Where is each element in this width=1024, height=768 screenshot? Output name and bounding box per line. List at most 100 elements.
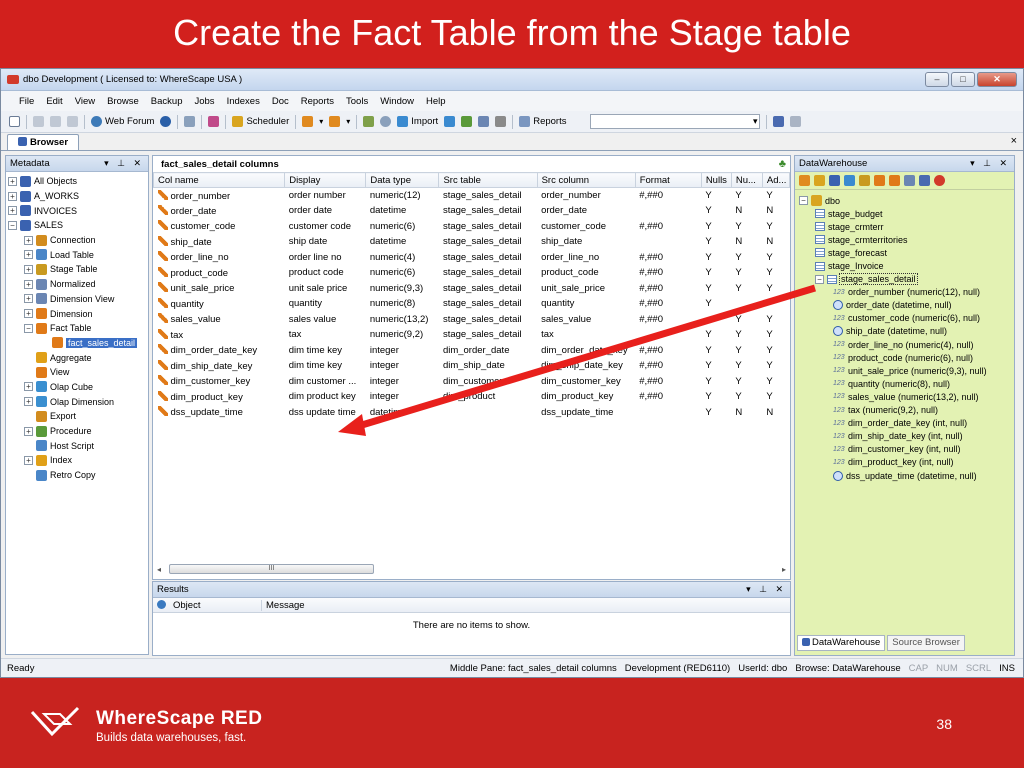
expand-toggle-icon[interactable]: + (8, 191, 17, 201)
dw-table-stage_invoice[interactable]: stage_Invoice (799, 259, 1014, 272)
metadata-item-a-works[interactable]: + A_WORKS (8, 189, 148, 204)
tree-icon[interactable]: ♣ (779, 158, 786, 170)
expand-toggle-icon[interactable]: + (24, 426, 33, 436)
menu-jobs[interactable]: Jobs (194, 96, 214, 107)
stage-icon[interactable] (859, 175, 870, 186)
metadata-item-olap-dimension[interactable]: + Olap Dimension (8, 394, 148, 409)
column-header[interactable]: Nulls (700, 172, 732, 188)
menu-backup[interactable]: Backup (151, 96, 183, 107)
dw-column[interactable]: 123 product_code (numeric(6), null) (799, 351, 1014, 364)
table-row[interactable]: dim_ship_date_key dim time key integer dim_… (154, 358, 790, 374)
dw-column[interactable]: 123 order_line_no (numeric(4), null) (799, 338, 1014, 351)
table-row[interactable]: order_date order date datetime stage_sales_… (154, 203, 790, 219)
menu-browse[interactable]: Browse (107, 96, 139, 107)
metadata-item-olap-cube[interactable]: + Olap Cube (8, 380, 148, 395)
metadata-item-view[interactable]: View (8, 365, 148, 380)
expand-toggle-icon[interactable]: + (24, 235, 33, 245)
column-header[interactable]: Ad... (761, 172, 791, 188)
grid-icon[interactable] (461, 116, 473, 127)
paste-icon[interactable] (67, 116, 78, 127)
column-header[interactable]: Src table (438, 172, 538, 188)
expand-toggle-icon[interactable]: + (24, 397, 33, 407)
expand-toggle-icon[interactable]: − (8, 220, 17, 230)
dw-column[interactable]: 123 customer_code (numeric(6), null) (799, 312, 1014, 325)
table-row[interactable]: dim_order_date_key dim time key integer dim… (154, 343, 790, 359)
folder-icon[interactable] (814, 175, 825, 186)
dw-column[interactable]: 123 quantity (numeric(8), null) (799, 377, 1014, 390)
table-row[interactable]: order_line_no order line no numeric(4) stag… (154, 250, 790, 266)
expand-toggle-icon[interactable]: + (24, 250, 33, 260)
expand-toggle-icon[interactable]: + (24, 294, 33, 304)
table-row[interactable]: order_number order number numeric(12) stage… (154, 188, 790, 204)
menu-reports[interactable]: Reports (301, 96, 334, 107)
dw-column[interactable]: 123 dim_customer_key (int, null) (799, 443, 1014, 456)
dw-column[interactable]: dss_update_time (datetime, null) (799, 469, 1014, 482)
expand-toggle-icon[interactable]: + (24, 309, 33, 319)
table-row[interactable]: sales_value sales value numeric(13,2) stage… (154, 312, 790, 328)
minimize-button[interactable]: – (925, 72, 949, 87)
metadata-item-export[interactable]: Export (8, 409, 148, 424)
forward-icon[interactable] (329, 116, 341, 127)
metadata-item-stage-table[interactable]: + Stage Table (8, 262, 148, 277)
tab-browser[interactable]: Browser (7, 134, 80, 150)
column-header[interactable]: Col name (152, 172, 286, 188)
grid-view-icon[interactable] (904, 175, 915, 186)
new-icon[interactable] (9, 116, 20, 127)
metadata-item-aggregate[interactable]: Aggregate (8, 350, 148, 365)
dw-table-stage_crmterritories[interactable]: stage_crmterritories (799, 233, 1014, 246)
menu-edit[interactable]: Edit (46, 96, 62, 107)
dw-table-stage_forecast[interactable]: stage_forecast (799, 246, 1014, 259)
expand-toggle-icon[interactable]: + (24, 264, 33, 274)
dw-column[interactable]: 123 sales_value (numeric(13,2), null) (799, 390, 1014, 403)
refresh-icon[interactable] (799, 175, 810, 186)
table-row[interactable]: dim_customer_key dim customer ... integer d… (154, 374, 790, 390)
dw-column[interactable]: 123 dim_product_key (int, null) (799, 456, 1014, 469)
metadata-item-index[interactable]: + Index (8, 453, 148, 468)
table-row[interactable]: tax tax numeric(9,2) stage_sales_detail tax Y… (154, 327, 790, 343)
metadata-item-sales[interactable]: − SALES (8, 218, 148, 233)
expand-toggle-icon[interactable]: − (799, 196, 808, 206)
scheduler-button[interactable]: Scheduler (232, 116, 289, 127)
scroll-left-icon[interactable]: ◂ (153, 565, 165, 574)
help-icon[interactable] (160, 116, 172, 127)
menu-indexes[interactable]: Indexes (227, 96, 260, 107)
menu-doc[interactable]: Doc (272, 96, 289, 107)
expand-toggle-icon[interactable]: + (8, 206, 17, 216)
save-icon[interactable] (829, 175, 840, 186)
column-header[interactable]: Format (634, 172, 702, 188)
table-row[interactable]: dim_product_key dim product key integer dim… (154, 389, 790, 405)
search-icon[interactable] (380, 116, 392, 127)
table-row[interactable]: customer_code customer code numeric(6) stag… (154, 219, 790, 235)
horizontal-scrollbar[interactable]: ◂ III ▸ (153, 563, 790, 575)
pane-controls[interactable]: ▾ ⊥ ✕ (104, 158, 144, 169)
menu-tools[interactable]: Tools (346, 96, 368, 107)
dw-pane-controls[interactable]: ▾ ⊥ ✕ (970, 158, 1010, 169)
layout-icon[interactable] (790, 116, 802, 127)
filter-icon[interactable] (919, 175, 930, 186)
metadata-item-fact-sales-detail[interactable]: fact_sales_detail (8, 336, 148, 351)
metadata-item-procedure[interactable]: + Procedure (8, 424, 148, 439)
expand-toggle-icon[interactable]: + (24, 279, 33, 289)
back-icon[interactable] (302, 116, 314, 127)
web-forum-button[interactable]: Web Forum (91, 116, 154, 127)
metadata-item-load-table[interactable]: + Load Table (8, 247, 148, 262)
close-window-button[interactable]: ✕ (977, 72, 1017, 87)
import-button[interactable]: Import (397, 116, 438, 127)
dw-column[interactable]: order_date (datetime, null) (799, 299, 1014, 312)
table-row[interactable]: quantity quantity numeric(8) stage_sales_de… (154, 296, 790, 312)
metadata-item-invoices[interactable]: + INVOICES (8, 203, 148, 218)
dw-column[interactable]: ship_date (datetime, null) (799, 325, 1014, 338)
expand-toggle-icon[interactable]: + (24, 455, 33, 465)
menu-view[interactable]: View (75, 96, 95, 107)
table-view-icon[interactable] (844, 175, 855, 186)
print-icon[interactable] (184, 116, 196, 127)
table-row[interactable]: ship_date ship date datetime stage_sales_de… (154, 234, 790, 250)
wrench-icon[interactable] (495, 116, 507, 127)
copy-icon[interactable] (50, 116, 61, 127)
table-icon[interactable] (444, 116, 456, 127)
column-header[interactable]: Nu... (730, 172, 763, 188)
results-col-object[interactable]: Object (153, 599, 261, 611)
dw-column[interactable]: 123 dim_ship_date_key (int, null) (799, 430, 1014, 443)
table-row[interactable]: product_code product code numeric(6) stage_… (154, 265, 790, 281)
dw-table-stage_budget[interactable]: stage_budget (799, 207, 1014, 220)
